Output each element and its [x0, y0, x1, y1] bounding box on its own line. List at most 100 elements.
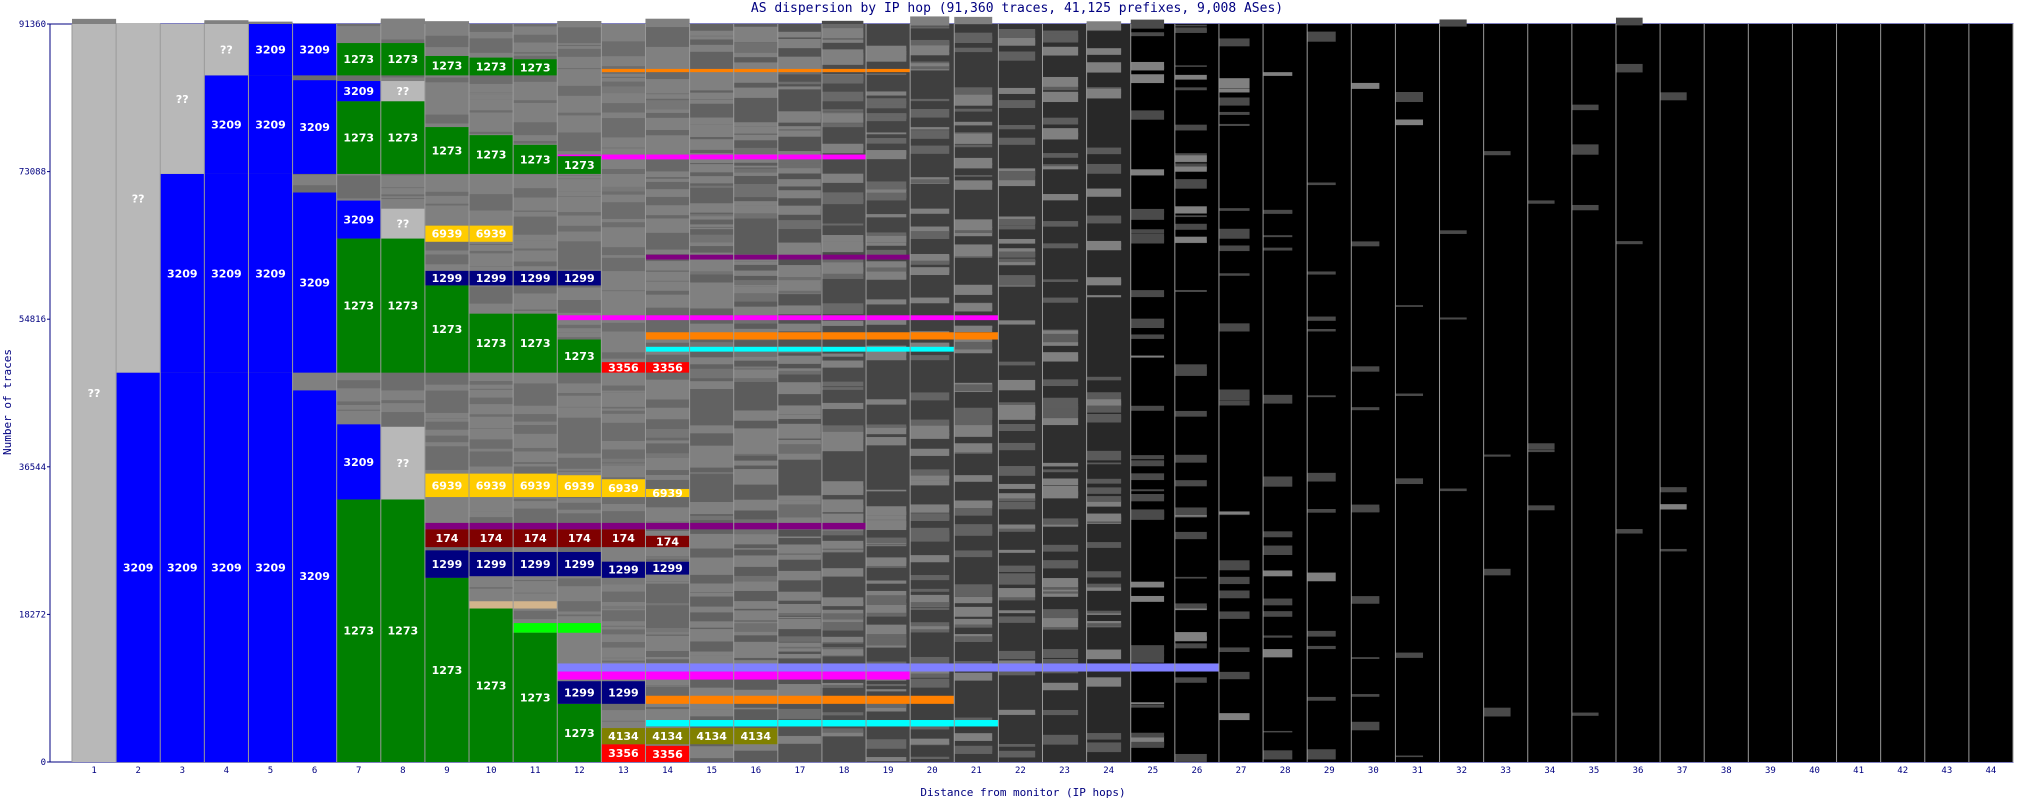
accent-band — [557, 663, 1219, 672]
x-tick-label: 42 — [1897, 766, 1908, 776]
segment-label: 1273 — [476, 60, 507, 73]
x-tick-label: 8 — [400, 766, 405, 776]
segment-label: ?? — [88, 387, 101, 400]
x-tick-label: 27 — [1236, 766, 1247, 776]
hop-27-other-as-stripe — [1218, 389, 1250, 400]
hop-27-other-as-stripe — [1218, 576, 1250, 585]
x-tick-label: 7 — [356, 766, 361, 776]
hop-30-other-as-stripe — [1351, 504, 1380, 513]
hop-37-no-data — [1660, 24, 1705, 762]
hop-31-other-as-stripe — [1395, 755, 1424, 758]
chart-title: AS dispersion by IP hop (91,360 traces, … — [751, 1, 1283, 16]
segment-label: ?? — [220, 44, 233, 57]
y-axis-ticks: 0 18272 36544 54816 73088 91360 — [19, 20, 50, 768]
segment-label: 4134 — [696, 730, 727, 743]
hop-19-other-as-fill — [866, 24, 911, 762]
hop-40-no-data — [1792, 24, 1837, 762]
segment-label: 1299 — [564, 272, 595, 285]
hop-43-no-data — [1924, 24, 1969, 762]
hop-34-other-as-stripe — [1527, 505, 1555, 511]
hop-26-other-as-stripe — [1174, 289, 1207, 292]
hop-26-other-as-stripe — [1174, 677, 1207, 683]
segment-label: ?? — [396, 457, 409, 470]
hop-13-other-as-fill — [601, 24, 646, 762]
hop-30-other-as-stripe — [1351, 407, 1380, 411]
hop-23-other-as-fill — [1042, 24, 1087, 762]
x-tick-label: 3 — [180, 766, 185, 776]
x-tick-label: 10 — [486, 766, 497, 776]
hop-29-other-as-stripe — [1307, 630, 1336, 637]
hop-31-other-as-stripe — [1395, 393, 1424, 396]
hop-5-other-as-stripe — [248, 21, 293, 25]
hop-29-other-as-stripe — [1307, 696, 1336, 701]
x-tick-label: 1 — [91, 766, 96, 776]
hop-33-no-data — [1483, 24, 1528, 762]
hop-36-other-as-stripe — [1615, 17, 1643, 26]
x-tick-label: 4 — [224, 766, 229, 776]
hop-26-other-as-stripe — [1174, 480, 1207, 487]
hop-25-other-as-stripe — [1130, 405, 1165, 411]
hop-42-no-data — [1880, 24, 1925, 762]
segment-label: 174 — [568, 532, 591, 545]
x-tick-label: 40 — [1809, 766, 1820, 776]
hop-25-other-as-stripe — [1130, 319, 1165, 327]
hop-27-other-as-stripe — [1218, 273, 1250, 276]
hop-30-other-as-stripe — [1351, 721, 1380, 731]
hop-30-other-as-stripe — [1351, 366, 1380, 372]
hop-44-no-data — [1968, 24, 2013, 762]
hop-35-other-as-stripe — [1571, 144, 1599, 155]
x-tick-label: 6 — [312, 766, 317, 776]
hop-29-other-as-stripe — [1307, 395, 1336, 398]
y-tick-label: 54816 — [19, 315, 46, 325]
segment-label: 3356 — [652, 748, 683, 761]
hop-21-other-as-fill — [954, 24, 999, 762]
segment-label: 1273 — [476, 337, 507, 350]
hop-26-no-data — [1174, 24, 1219, 762]
hop-34-no-data — [1527, 24, 1572, 762]
hop-31-other-as-stripe — [1395, 478, 1424, 485]
segment-label: 1299 — [476, 558, 507, 571]
accent-band — [557, 154, 867, 160]
hop-26-other-as-stripe — [1174, 515, 1207, 517]
hop-27-other-as-stripe — [1218, 245, 1250, 252]
x-tick-label: 14 — [662, 766, 673, 776]
segment-label: 6939 — [432, 479, 463, 492]
hop-28-other-as-stripe — [1263, 611, 1293, 617]
segment-label: 1273 — [476, 149, 507, 162]
segment-label: 1273 — [432, 323, 463, 336]
x-tick-label: 19 — [883, 766, 894, 776]
x-tick-label: 43 — [1941, 766, 1952, 776]
hop-27-other-as-stripe — [1218, 38, 1250, 47]
hop-34-other-as-stripe — [1527, 443, 1555, 450]
hop-26-other-as-stripe — [1174, 24, 1207, 27]
hop-28-other-as-stripe — [1263, 394, 1293, 404]
segment-label: 3209 — [299, 570, 330, 583]
x-tick-label: 17 — [794, 766, 805, 776]
x-tick-label: 11 — [530, 766, 541, 776]
hop-28-other-as-stripe — [1263, 72, 1293, 76]
segment-label: 3209 — [211, 561, 242, 574]
hop-30-other-as-stripe — [1351, 694, 1380, 697]
hop-27-other-as-stripe — [1218, 228, 1250, 239]
hop-26-other-as-stripe — [1174, 643, 1207, 649]
hop-28-other-as-stripe — [1263, 730, 1293, 733]
hop-31-other-as-stripe — [1395, 652, 1424, 658]
hop-25-other-as-stripe — [1130, 702, 1165, 705]
x-axis-label: Distance from monitor (IP hops) — [920, 786, 1125, 799]
segment-label: 1299 — [520, 272, 551, 285]
hop-27-other-as-stripe — [1218, 647, 1250, 653]
hop-35-other-as-stripe — [1571, 104, 1599, 111]
segment-label: 3209 — [255, 561, 286, 574]
hop-31-other-as-stripe — [1395, 305, 1424, 307]
segment-label: 1273 — [564, 350, 595, 363]
accent-band — [645, 695, 955, 704]
segment-label: 3209 — [343, 85, 374, 98]
hop-35-no-data — [1571, 24, 1616, 762]
hop-25-other-as-stripe — [1130, 32, 1165, 35]
hop-26-other-as-stripe — [1174, 155, 1207, 162]
hop-25-other-as-stripe — [1130, 489, 1165, 492]
segment-label: 1299 — [564, 558, 595, 571]
hop-27-other-as-stripe — [1218, 88, 1250, 93]
hop-32-other-as-stripe — [1439, 19, 1467, 27]
x-tick-label: 34 — [1544, 766, 1555, 776]
